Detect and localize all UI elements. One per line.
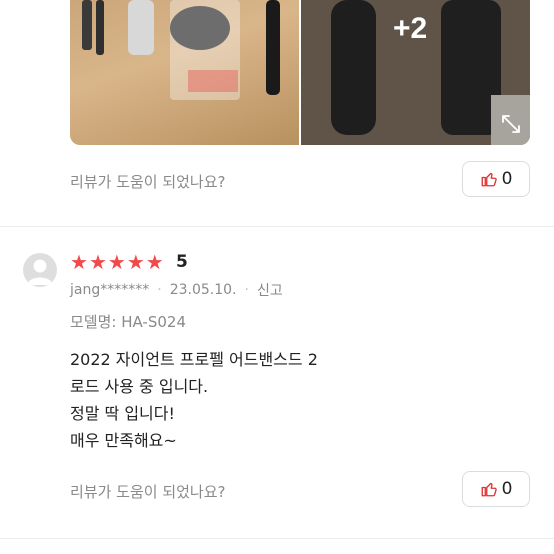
- product-model: 모델명: HA-S024: [70, 313, 186, 331]
- helpful-row: 리뷰가 도움이 되었나요? 0: [70, 161, 530, 199]
- star-icon: ★: [145, 250, 164, 274]
- review-photo-2[interactable]: +2: [301, 0, 530, 145]
- review-line: 로드 사용 중 입니다.: [70, 377, 209, 396]
- user-avatar-icon: [23, 253, 57, 287]
- thumbs-up-icon: [481, 482, 497, 497]
- review-body: 2022 자이언트 프로펠 어드밴스드 2 로드 사용 중 입니다. 정말 딱 …: [70, 346, 318, 454]
- thumbs-up-icon: [481, 172, 497, 187]
- review-line: 2022 자이언트 프로펠 어드밴스드 2: [70, 350, 318, 369]
- helpful-prompt: 리뷰가 도움이 되었나요?: [70, 173, 226, 191]
- review-divider: [0, 538, 554, 539]
- star-rating: ★ ★ ★ ★ ★: [70, 252, 164, 272]
- helpful-row: 리뷰가 도움이 되었나요? 0: [70, 471, 530, 509]
- star-icon: ★: [107, 250, 126, 274]
- review-meta: jang******* · 23.05.10. · 신고: [70, 280, 283, 300]
- reviewer-name: jang*******: [70, 282, 150, 298]
- star-icon: ★: [126, 250, 145, 274]
- expand-icon[interactable]: [500, 113, 522, 135]
- like-count: 0: [501, 479, 513, 499]
- photo-1-content: [82, 0, 280, 100]
- separator-dot: ·: [157, 282, 162, 298]
- review-line: 정말 딱 입니다!: [70, 404, 175, 423]
- review-line: 매우 만족해요~: [70, 431, 177, 450]
- separator-dot: ·: [244, 282, 249, 298]
- like-button[interactable]: 0: [462, 471, 530, 507]
- like-count: 0: [501, 169, 513, 189]
- review-photo-1[interactable]: [70, 0, 299, 145]
- helpful-prompt: 리뷰가 도움이 되었나요?: [70, 483, 226, 501]
- like-button[interactable]: 0: [462, 161, 530, 197]
- more-photos-count[interactable]: +2: [393, 12, 427, 46]
- report-link[interactable]: 신고: [257, 280, 283, 300]
- review-date: 23.05.10.: [169, 282, 237, 298]
- review-divider: [0, 226, 554, 227]
- star-icon: ★: [70, 250, 88, 274]
- star-icon: ★: [88, 250, 107, 274]
- review-photo-strip: +2: [70, 0, 530, 145]
- rating-value: 5: [176, 252, 188, 272]
